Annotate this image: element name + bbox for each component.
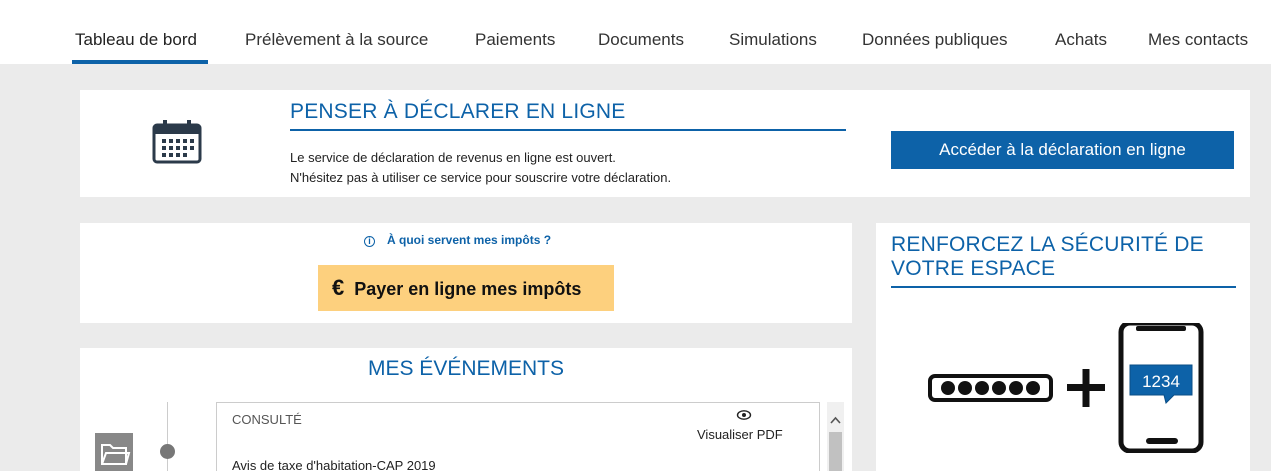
tax-usage-link[interactable]: i À quoi servent mes impôts ?	[364, 233, 551, 247]
declaration-banner: PENSER À DÉCLARER EN LIGNE Le service de…	[80, 90, 1250, 197]
scroll-up-icon[interactable]	[830, 416, 841, 424]
tab-paiements[interactable]: Paiements	[475, 30, 555, 50]
tab-tableau-de-bord[interactable]: Tableau de bord	[75, 30, 197, 50]
two-factor-illustration: 1234	[928, 323, 1204, 453]
events-timeline	[167, 402, 168, 471]
tab-prelevement-a-la-source[interactable]: Prélèvement à la source	[245, 30, 428, 50]
payment-card: i À quoi servent mes impôts ? € Payer en l…	[80, 223, 852, 323]
tab-simulations[interactable]: Simulations	[729, 30, 817, 50]
active-tab-indicator	[72, 60, 208, 64]
declaration-title-rule	[290, 129, 846, 131]
security-panel: RENFORCEZ LA SÉCURITÉ DE VOTRE ESPACE 12…	[876, 223, 1250, 471]
password-field-icon	[928, 374, 1053, 402]
events-panel: MES ÉVÉNEMENTS CONSULTÉ Visualiser PDF A…	[80, 348, 852, 471]
events-title: MES ÉVÉNEMENTS	[367, 357, 565, 380]
pay-online-button-label: Payer en ligne mes impôts	[354, 279, 582, 299]
pay-online-button[interactable]: € Payer en ligne mes impôts	[318, 265, 614, 311]
smartphone-icon: 1234	[1118, 323, 1204, 453]
event-status: CONSULTÉ	[232, 412, 302, 427]
tab-achats[interactable]: Achats	[1055, 30, 1107, 50]
events-scrollbar[interactable]	[827, 402, 844, 471]
timeline-dot	[160, 444, 175, 459]
calendar-icon	[152, 120, 202, 164]
tab-donnees-publiques[interactable]: Données publiques	[862, 30, 1008, 50]
tab-mes-contacts[interactable]: Mes contacts	[1148, 30, 1248, 50]
event-item: CONSULTÉ Visualiser PDF Avis de taxe d'h…	[216, 402, 820, 471]
plus-icon	[1067, 369, 1105, 407]
declaration-text-line1: Le service de déclaration de revenus en …	[290, 150, 616, 165]
security-title-rule	[891, 286, 1236, 288]
tax-usage-link-label: À quoi servent mes impôts ?	[387, 233, 552, 247]
security-title: RENFORCEZ LA SÉCURITÉ DE VOTRE ESPACE	[891, 233, 1204, 280]
euro-icon: €	[332, 275, 345, 300]
view-pdf-link[interactable]: Visualiser PDF	[697, 427, 783, 442]
declaration-text-line2: N'hésitez pas à utiliser ce service pour…	[290, 170, 672, 185]
scroll-thumb[interactable]	[829, 432, 842, 471]
access-declaration-button[interactable]: Accéder à la déclaration en ligne	[891, 131, 1234, 169]
info-icon: i	[364, 236, 375, 247]
folder-icon[interactable]	[95, 433, 133, 471]
tab-documents[interactable]: Documents	[598, 30, 684, 50]
top-navigation: Tableau de bord Prélèvement à la source …	[0, 0, 1271, 64]
declaration-title: PENSER À DÉCLARER EN LIGNE	[290, 100, 626, 123]
event-title: Avis de taxe d'habitation-CAP 2019	[232, 458, 436, 471]
security-code: 1234	[1142, 372, 1180, 391]
eye-icon[interactable]	[736, 409, 752, 421]
